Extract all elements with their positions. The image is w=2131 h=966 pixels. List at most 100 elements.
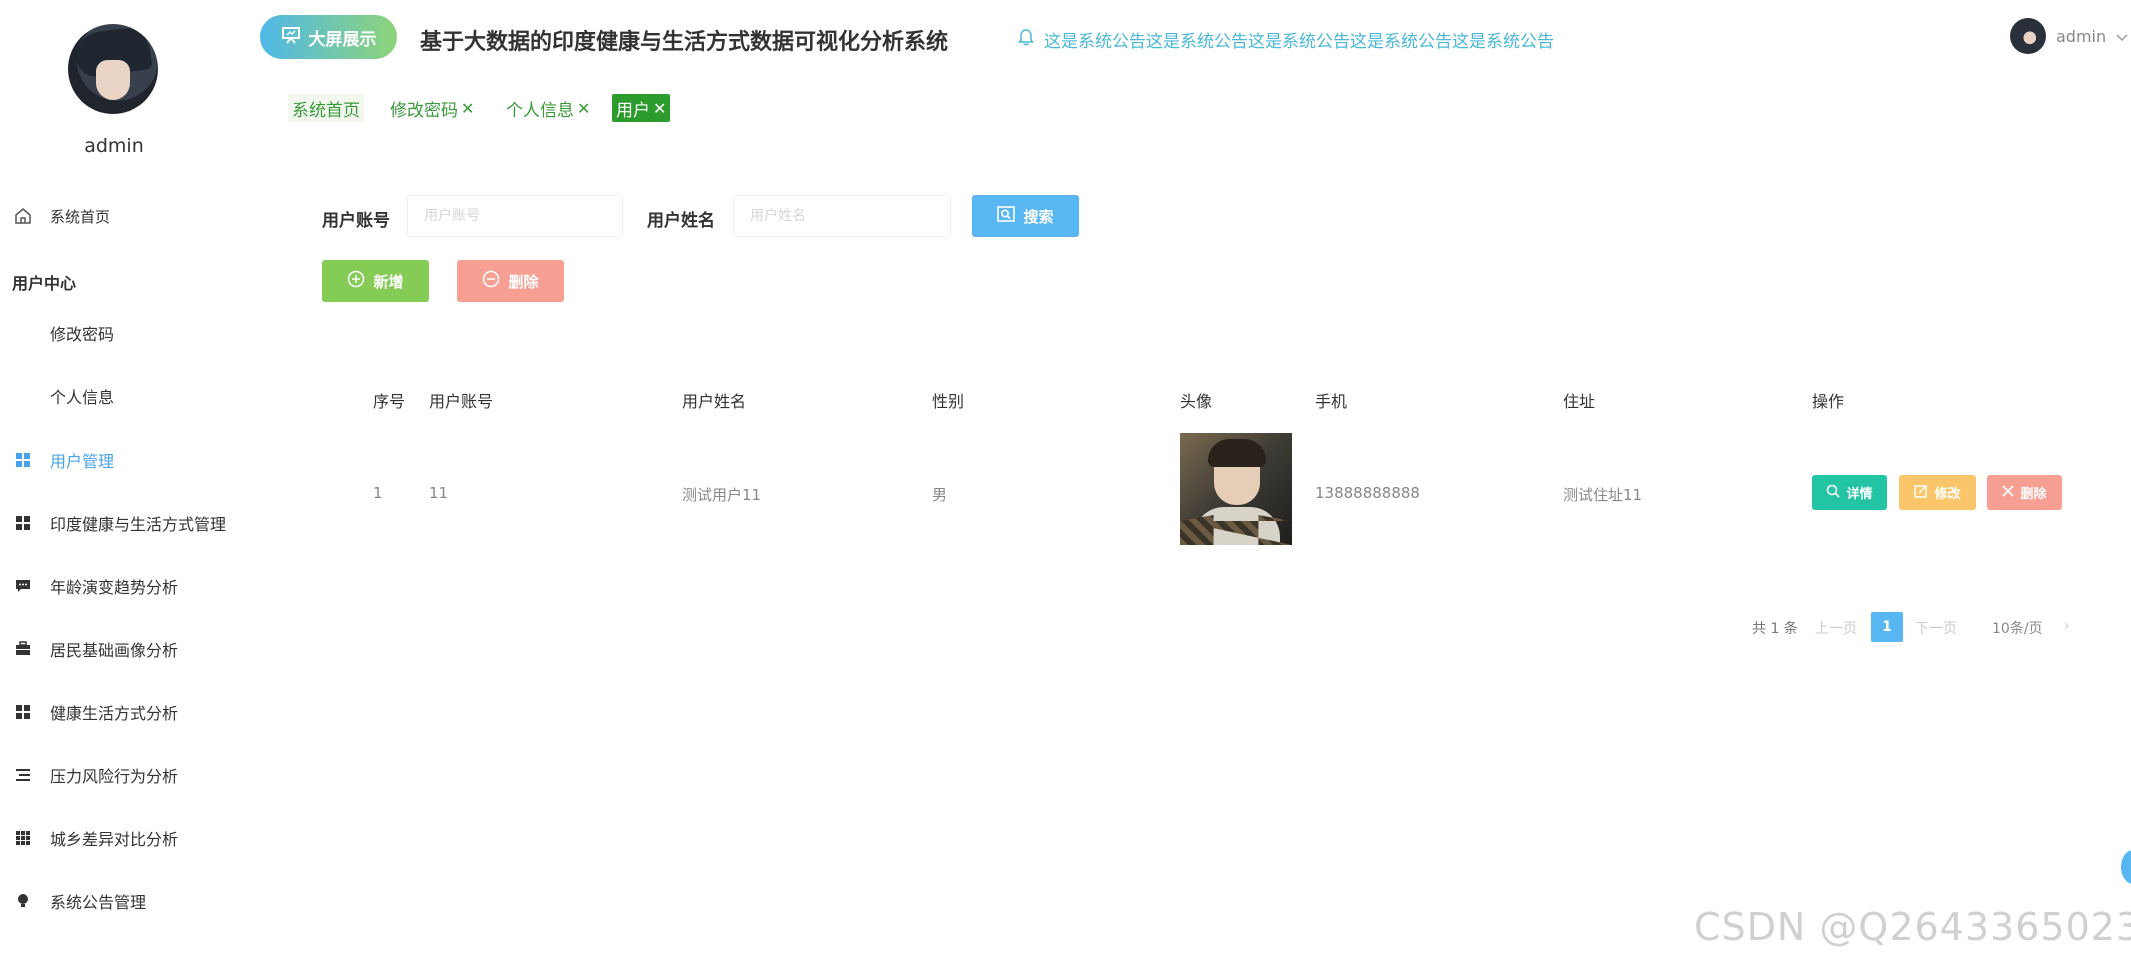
- profile-name: admin: [84, 135, 144, 157]
- name-label: 用户姓名: [647, 211, 715, 231]
- page-title: 基于大数据的印度健康与生活方式数据可视化分析系统: [420, 30, 949, 55]
- grid-icon: [12, 512, 34, 534]
- cell-address: 测试住址11: [1563, 486, 1643, 504]
- cell-index: 1: [373, 484, 383, 502]
- sidebar-item-label: 用户管理: [50, 452, 115, 471]
- batch-delete-button[interactable]: 删除: [457, 260, 564, 302]
- delete-button-label: 删除: [2020, 487, 2047, 502]
- search-button[interactable]: 搜索: [972, 195, 1079, 237]
- column-header: 用户账号: [429, 392, 494, 411]
- pagination-prev[interactable]: 上一页: [1815, 618, 1857, 638]
- bulb-icon: [12, 890, 34, 912]
- sidebar-item-label: 系统首页: [50, 207, 111, 226]
- user-menu[interactable]: admin: [2010, 18, 2128, 54]
- tab-label: 修改密码: [390, 100, 458, 121]
- close-icon[interactable]: ✕: [653, 99, 666, 118]
- column-header: 操作: [1812, 392, 1845, 411]
- search-icon: [997, 206, 1016, 226]
- add-button[interactable]: 新增: [322, 260, 429, 302]
- plus-circle-icon: [347, 270, 365, 292]
- column-header: 住址: [1563, 392, 1596, 411]
- sidebar-item-stress-risk[interactable]: 压力风险行为分析: [0, 755, 178, 795]
- chat-icon: [12, 575, 34, 597]
- account-label: 用户账号: [322, 211, 390, 231]
- tab-personal-info[interactable]: 个人信息 ✕: [502, 94, 594, 122]
- user-name: admin: [2056, 26, 2107, 46]
- bigscreen-label: 大屏展示: [308, 29, 377, 50]
- edit-icon: [1914, 484, 1928, 502]
- tab-user[interactable]: 用户 ✕: [612, 94, 671, 122]
- sidebar-item-age-trend[interactable]: 年龄演变趋势分析: [0, 566, 178, 606]
- search-icon: [1826, 484, 1841, 502]
- pagination-next[interactable]: 下一页: [1915, 618, 1957, 638]
- edit-button-label: 修改: [1934, 487, 1961, 502]
- sidebar-item-change-password[interactable]: 修改密码: [50, 321, 114, 345]
- sidebar-item-personal-info[interactable]: 个人信息: [50, 384, 114, 408]
- briefcase-icon: [12, 638, 34, 660]
- cell-gender: 男: [932, 486, 948, 504]
- close-icon[interactable]: ✕: [577, 99, 590, 118]
- name-input[interactable]: [733, 195, 951, 237]
- home-icon: [12, 205, 34, 227]
- sidebar-item-home[interactable]: 系统首页: [0, 196, 110, 236]
- tab-change-password[interactable]: 修改密码 ✕: [386, 94, 478, 122]
- sidebar-item-resident-profile[interactable]: 居民基础画像分析: [0, 629, 178, 669]
- chevron-down-icon: [2116, 27, 2128, 46]
- system-notice[interactable]: 这是系统公告这是系统公告这是系统公告这是系统公告这是系统公告: [1018, 27, 1554, 52]
- presentation-icon: [281, 25, 301, 50]
- floating-button[interactable]: [2121, 850, 2131, 884]
- tab-label: 个人信息: [506, 100, 574, 121]
- sidebar: admin 系统首页 用户中心 修改密码 个人信息 用户管理 印度健康与生活方式…: [0, 0, 270, 966]
- sidebar-item-notice-management[interactable]: 系统公告管理: [0, 881, 146, 921]
- search-button-label: 搜索: [1023, 207, 1054, 226]
- sidebar-item-label: 城乡差异对比分析: [50, 830, 179, 849]
- pagination-arrow[interactable]: ›: [2064, 618, 2070, 634]
- avatar: [68, 24, 158, 114]
- bigscreen-button[interactable]: 大屏展示: [260, 15, 397, 59]
- sidebar-item-urban-rural[interactable]: 城乡差异对比分析: [0, 818, 178, 858]
- tab-label: 用户: [616, 100, 650, 121]
- account-input[interactable]: [407, 195, 623, 237]
- close-icon[interactable]: ✕: [461, 99, 474, 118]
- edit-button[interactable]: 修改: [1899, 475, 1976, 510]
- tab-home[interactable]: 系统首页: [288, 94, 364, 122]
- delete-button-label: 删除: [508, 272, 539, 291]
- avatar: [2010, 18, 2046, 54]
- sidebar-item-label: 印度健康与生活方式管理: [50, 515, 227, 534]
- delete-button[interactable]: 删除: [1987, 475, 2062, 510]
- cell-account: 11: [429, 484, 449, 502]
- sidebar-item-user-management[interactable]: 用户管理: [0, 440, 114, 480]
- detail-button[interactable]: 详情: [1812, 475, 1887, 510]
- notice-text: 这是系统公告这是系统公告这是系统公告这是系统公告这是系统公告: [1044, 32, 1554, 52]
- cell-phone: 13888888888: [1315, 484, 1420, 502]
- tab-label: 系统首页: [292, 100, 360, 121]
- grid9-icon: [12, 827, 34, 849]
- column-header: 头像: [1180, 392, 1213, 411]
- close-icon: [2002, 484, 2015, 501]
- list-icon: [12, 764, 34, 786]
- grid-icon: [12, 449, 34, 471]
- minus-circle-icon: [482, 270, 500, 292]
- sidebar-item-label: 年龄演变趋势分析: [50, 578, 179, 597]
- bell-icon: [1018, 28, 1034, 51]
- group-user-center[interactable]: 用户中心: [12, 270, 76, 294]
- sidebar-item-health-management[interactable]: 印度健康与生活方式管理: [0, 503, 226, 543]
- pagination-current-page[interactable]: 1: [1871, 612, 1903, 642]
- watermark: CSDN @Q2643365023: [1694, 905, 2131, 949]
- sidebar-item-label: 居民基础画像分析: [50, 641, 179, 660]
- pagination-page-size[interactable]: 10条/页: [1992, 618, 2043, 638]
- column-header: 用户姓名: [682, 392, 747, 411]
- sidebar-item-label: 健康生活方式分析: [50, 704, 179, 723]
- add-button-label: 新增: [373, 272, 404, 291]
- detail-button-label: 详情: [1846, 487, 1873, 502]
- sidebar-item-label: 系统公告管理: [50, 893, 147, 912]
- column-header: 性别: [932, 392, 965, 411]
- column-header: 序号: [373, 392, 406, 411]
- column-header: 手机: [1315, 392, 1348, 411]
- sidebar-item-lifestyle[interactable]: 健康生活方式分析: [0, 692, 178, 732]
- cell-name: 测试用户11: [682, 486, 762, 504]
- pagination-total: 共 1 条: [1752, 621, 1798, 637]
- sidebar-item-label: 压力风险行为分析: [50, 767, 179, 786]
- grid-icon: [12, 701, 34, 723]
- user-avatar-photo: [1180, 433, 1292, 545]
